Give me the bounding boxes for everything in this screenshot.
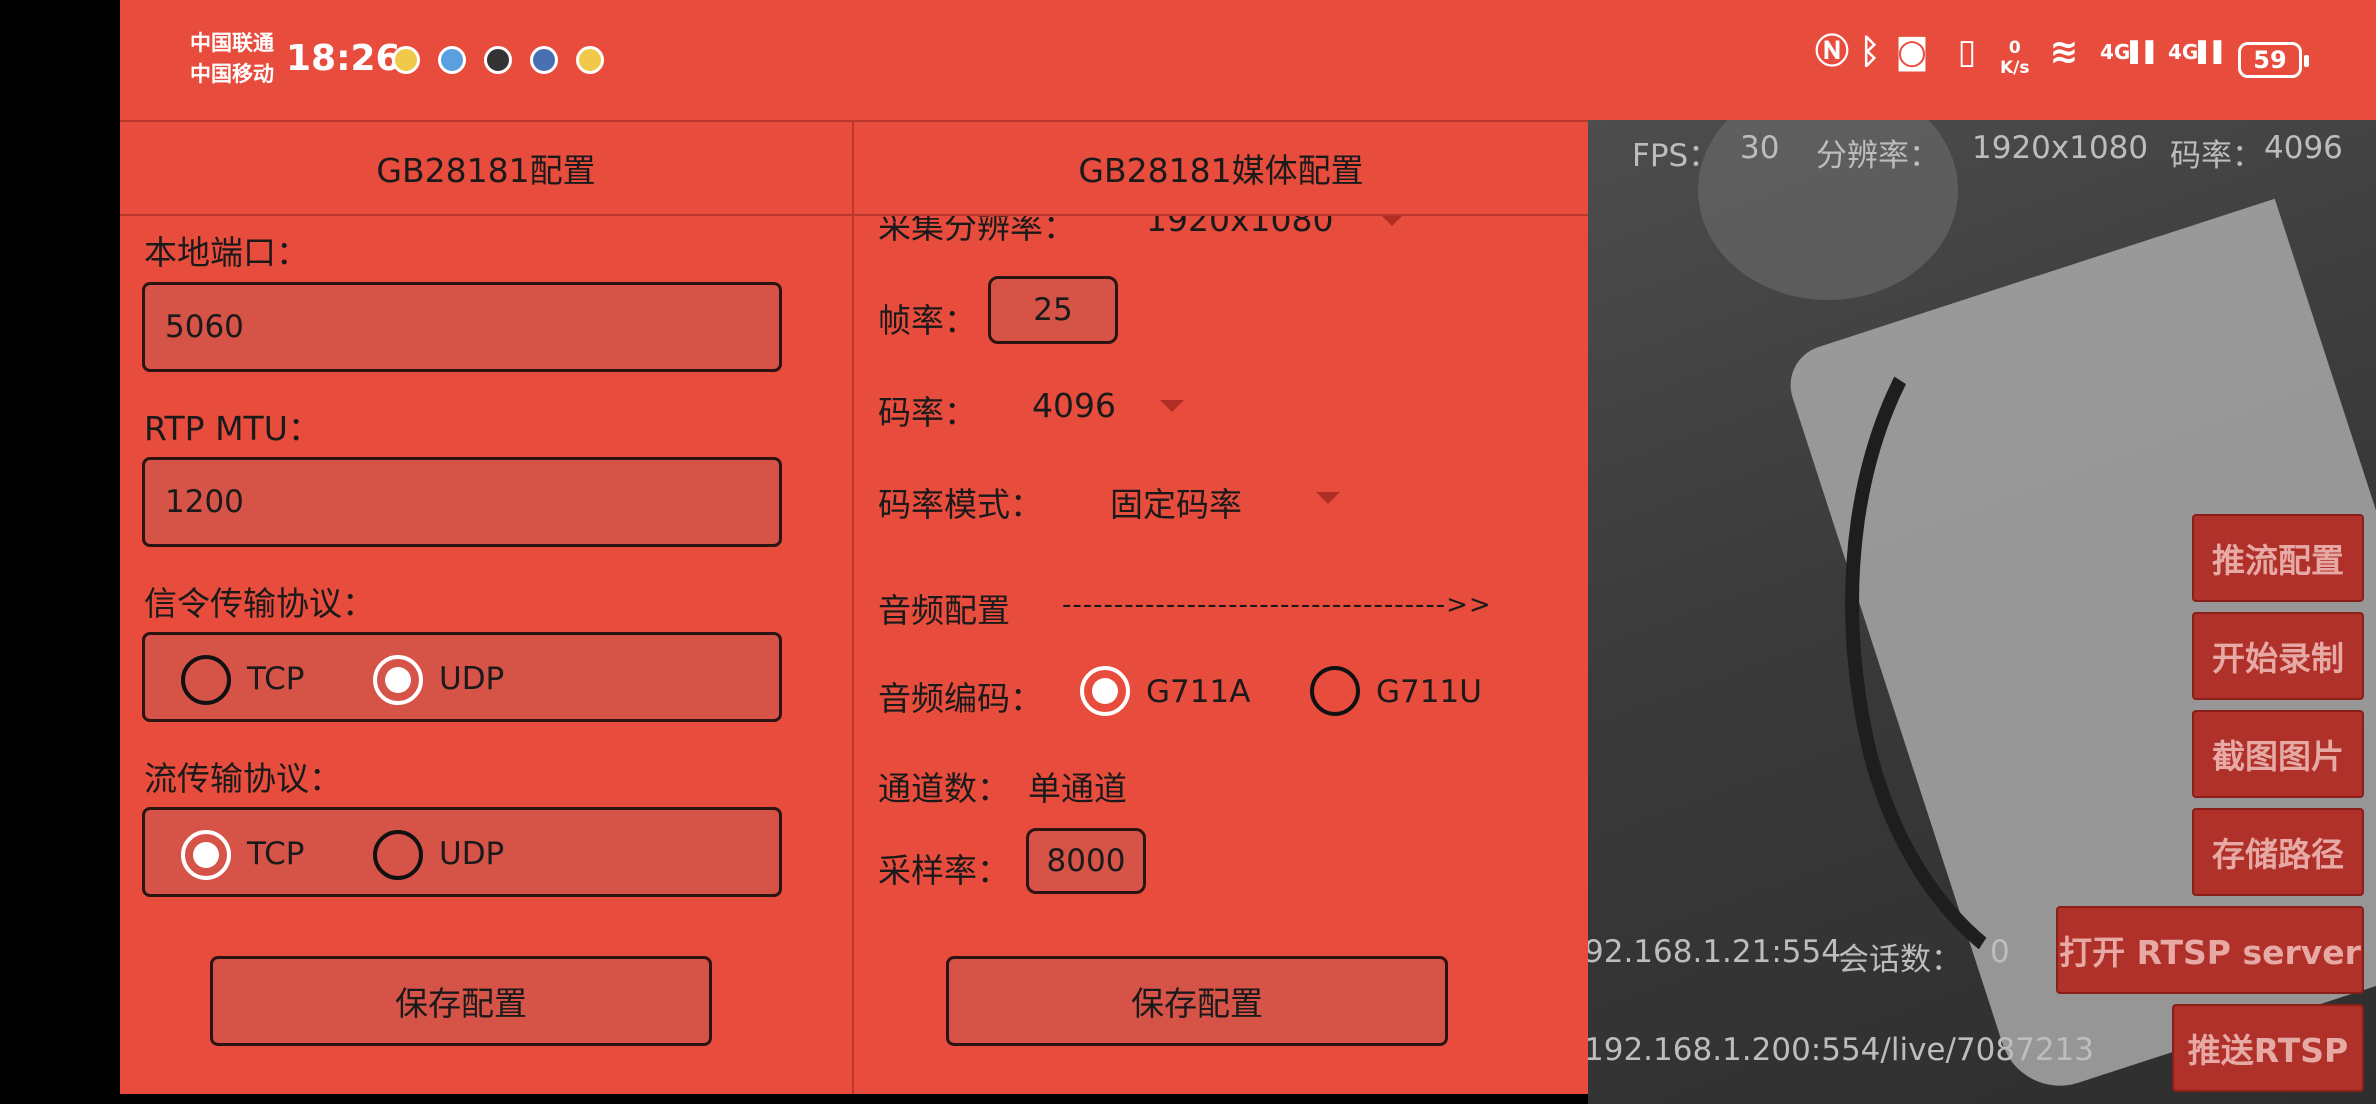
notification-icon	[484, 46, 512, 74]
gb28181-media-config-panel: 采集分辨率： 1920x1080 GB28181媒体配置 帧率： 25 码率： …	[854, 120, 1588, 1094]
g711u-radio[interactable]	[1310, 666, 1360, 716]
net-speed: 0 K/s	[2000, 38, 2030, 78]
storage-path-button[interactable]: 存储路径	[2192, 808, 2364, 896]
signal-icon: 4G▌▌	[2100, 40, 2162, 64]
sample-rate-input[interactable]: 8000	[1026, 828, 1146, 894]
start-record-button[interactable]: 开始录制	[2192, 612, 2364, 700]
fps-label: FPS：	[1632, 138, 1720, 174]
stream-protocol-label: 流传输协议：	[144, 759, 342, 798]
rtsp-address: 92.168.1.21:554	[1584, 934, 1841, 970]
local-port-input[interactable]: 5060	[142, 282, 782, 372]
rtp-mtu-label: RTP MTU：	[144, 409, 321, 448]
save-config-button[interactable]: 保存配置	[210, 956, 712, 1046]
bitrate-value: 4096	[2264, 130, 2343, 166]
chevron-down-icon[interactable]	[1316, 492, 1340, 504]
notification-icon	[530, 46, 558, 74]
audio-config-arrow: ------------------------------------->>	[1062, 590, 1492, 620]
signal-icon: 4G▌▌	[2168, 40, 2230, 64]
open-rtsp-server-button[interactable]: 打开 RTSP server	[2056, 906, 2364, 994]
wifi-icon: ≋	[2049, 32, 2079, 72]
stream-udp-label: UDP	[439, 836, 505, 872]
rtp-mtu-input[interactable]: 1200	[142, 457, 782, 547]
fps-label: 帧率：	[878, 301, 977, 340]
panel-title: GB28181媒体配置	[854, 122, 1588, 216]
local-port-label: 本地端口：	[144, 233, 309, 272]
fps-input[interactable]: 25	[988, 276, 1118, 344]
session-value: 0	[1990, 934, 2010, 970]
push-config-button[interactable]: 推流配置	[2192, 514, 2364, 602]
g711a-radio[interactable]	[1080, 666, 1130, 716]
vibrate-icon: ▯	[1957, 32, 1977, 72]
carrier-info: 中国联通 中国移动	[190, 28, 274, 90]
audio-config-label: 音频配置	[878, 591, 1010, 630]
fps-value: 30	[1740, 130, 1780, 166]
status-bar: 中国联通 中国移动 18:26 Ⓝ ᛒ ◙ ▯ 0 K/s ≋ 4G▌▌ 4G▌…	[120, 0, 2376, 120]
carrier-2: 中国移动	[190, 62, 274, 86]
bluetooth-icon: ᛒ	[1859, 32, 1881, 72]
bitrate-mode-label: 码率模式：	[878, 485, 1043, 524]
channels-value: 单通道	[1028, 769, 1127, 808]
push-url: 192.168.1.200:554/live/7087213	[1584, 1032, 2095, 1068]
signal-tcp-radio[interactable]	[181, 655, 231, 705]
g711u-label: G711U	[1376, 674, 1482, 710]
push-rtsp-button[interactable]: 推送RTSP	[2172, 1004, 2364, 1092]
screenshot-button[interactable]: 截图图片	[2192, 710, 2364, 798]
signal-protocol-group: TCP UDP	[142, 632, 782, 722]
panel-title: GB28181配置	[120, 122, 852, 216]
bitrate-label: 码率：	[2170, 138, 2263, 174]
notification-icon	[576, 46, 604, 74]
audio-codec-label: 音频编码：	[878, 679, 1043, 718]
bitrate-mode-value[interactable]: 固定码率	[1110, 478, 1242, 526]
stream-udp-radio[interactable]	[373, 830, 423, 880]
nfc-icon: Ⓝ	[1815, 32, 1849, 72]
bitrate-value[interactable]: 4096	[1032, 386, 1116, 425]
signal-protocol-label: 信令传输协议：	[144, 584, 375, 623]
clock: 18:26	[286, 38, 401, 79]
channels-label: 通道数：	[878, 769, 1010, 808]
sample-rate-label: 采样率：	[878, 851, 1010, 890]
resolution-label: 分辨率：	[1816, 138, 1940, 174]
g711a-label: G711A	[1146, 674, 1251, 710]
carrier-1: 中国联通	[190, 31, 274, 55]
save-media-config-button[interactable]: 保存配置	[946, 956, 1448, 1046]
battery-icon: 59	[2238, 42, 2309, 78]
bitrate-label: 码率：	[878, 393, 977, 432]
signal-udp-label: UDP	[439, 661, 505, 697]
resolution-value: 1920x1080	[1972, 130, 2149, 166]
session-label: 会话数：	[1838, 942, 1962, 978]
stream-protocol-group: TCP UDP	[142, 807, 782, 897]
gb28181-config-panel: GB28181配置 本地端口： 5060 RTP MTU： 1200 信令传输协…	[120, 120, 854, 1094]
stream-tcp-label: TCP	[247, 836, 305, 872]
chevron-down-icon[interactable]	[1160, 400, 1184, 412]
signal-tcp-label: TCP	[247, 661, 305, 697]
notification-icon	[438, 46, 466, 74]
camera-icon: ◙	[1895, 32, 1929, 72]
stream-tcp-radio[interactable]	[181, 830, 231, 880]
notification-icon	[392, 46, 420, 74]
signal-udp-radio[interactable]	[373, 655, 423, 705]
left-black-bar	[0, 0, 120, 1104]
